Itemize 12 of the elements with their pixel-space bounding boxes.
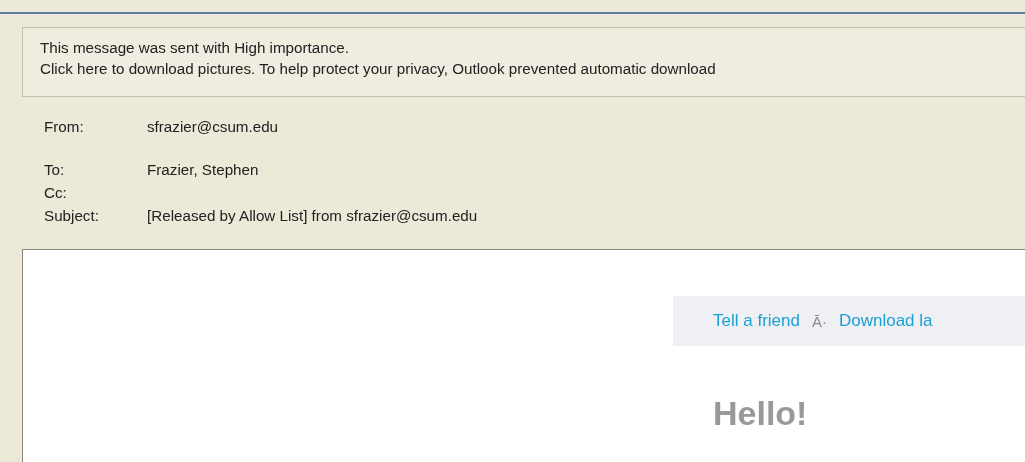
header-label: Subject: (44, 206, 100, 226)
info-bar[interactable]: This message was sent with High importance. Click here to download pictures. To help protect your privacy, Outlook prevented automatic download (22, 27, 1025, 97)
header-label: To: (44, 160, 66, 180)
header-value: Frazier, Stephen (147, 160, 260, 180)
importance-notice: This message was sent with High importance. (40, 38, 349, 58)
header-value: [Released by Allow List] from sfrazier@csum.edu (147, 206, 479, 226)
download-pictures-notice[interactable]: Click here to download pictures. To help protect your privacy, Outlook prevented automatic download (40, 58, 716, 79)
greeting-heading: Hello! (713, 394, 809, 433)
header-label: Cc: (44, 183, 68, 203)
header-value: sfrazier@csum.edu (147, 117, 280, 137)
header-label: From: (44, 117, 85, 137)
separator: Ā· (811, 312, 827, 330)
